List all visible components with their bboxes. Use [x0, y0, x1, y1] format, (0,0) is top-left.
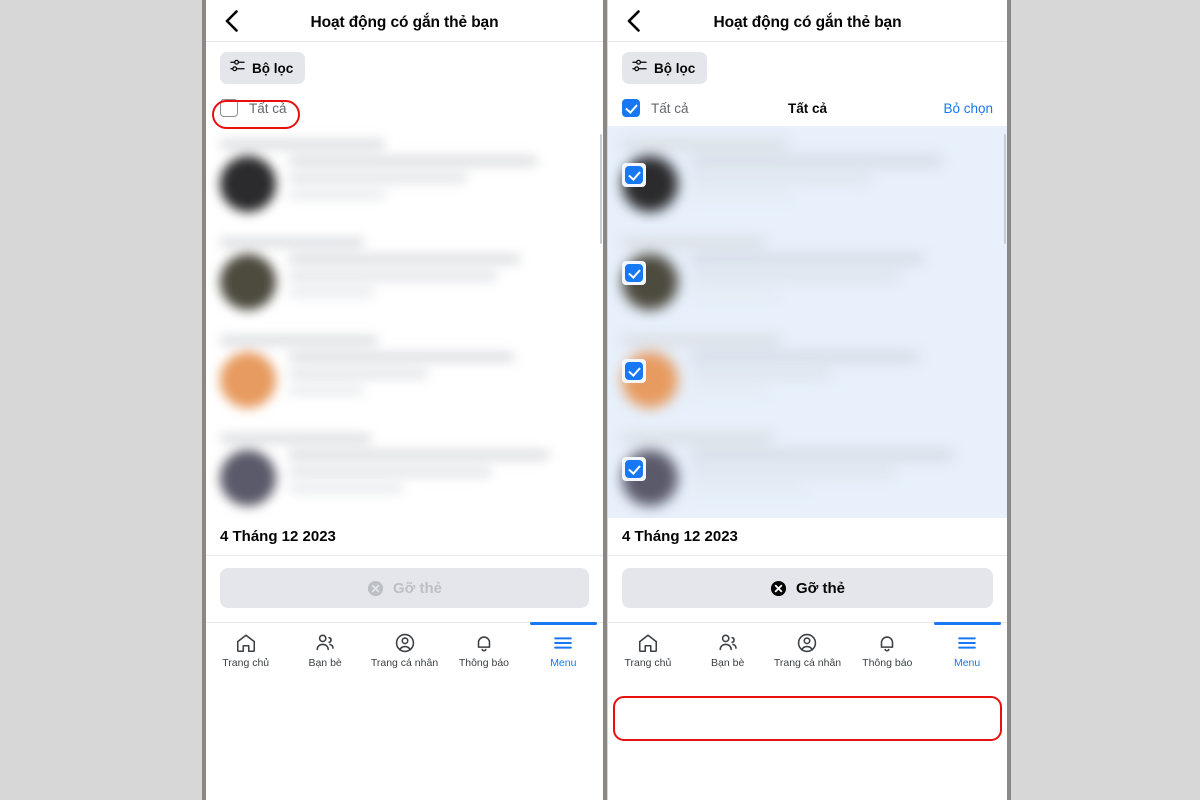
nav-label-friends: Bạn bè — [711, 657, 745, 669]
date-separator: 4 Tháng 12 2023 — [608, 518, 1007, 556]
row-checkbox-wrap[interactable] — [622, 261, 646, 285]
tagged-activity-list — [608, 126, 1007, 518]
nav-label-home: Trang chủ — [624, 657, 672, 669]
remove-tag-label: Gỡ thẻ — [796, 579, 845, 597]
row-checkbox[interactable] — [625, 460, 643, 478]
chevron-left-icon — [627, 9, 640, 32]
nav-item-notifications[interactable]: Thông báo — [444, 623, 523, 675]
remove-tag-button[interactable]: Gỡ thẻ — [220, 568, 589, 608]
scrollbar[interactable] — [600, 134, 602, 244]
nav-item-menu[interactable]: Menu — [927, 622, 1007, 675]
list-item[interactable] — [608, 322, 1007, 420]
row-checkbox-wrap[interactable] — [622, 359, 646, 383]
filter-button-label: Bộ lọc — [654, 60, 696, 76]
remove-tag-label: Gỡ thẻ — [393, 579, 442, 597]
nav-label-notifications: Thông báo — [862, 657, 913, 669]
scrollbar[interactable] — [1004, 134, 1006, 244]
filter-button-label: Bộ lọc — [252, 60, 294, 76]
row-checkbox-wrap[interactable] — [622, 163, 646, 187]
nav-label-home: Trang chủ — [222, 657, 270, 669]
circle-x-icon — [367, 580, 384, 597]
friends-icon — [314, 632, 336, 654]
tagged-activity-list — [206, 126, 603, 518]
nav-label-menu: Menu — [550, 657, 577, 669]
screenshot-stage: Hoạt động có gắn thẻ bạn Bộ lọc Tất cả 4… — [0, 0, 1200, 800]
nav-item-notifications[interactable]: Thông báo — [847, 623, 927, 675]
sliders-icon — [632, 58, 647, 78]
nav-label-profile: Trang cá nhân — [773, 657, 842, 669]
row-checkbox[interactable] — [625, 264, 643, 282]
row-checkbox[interactable] — [625, 362, 643, 380]
list-item[interactable] — [206, 224, 603, 322]
panel-right-edge — [1007, 0, 1011, 800]
bottom-nav: Trang chủ Bạn bè Trang cá nhân Thông báo… — [206, 622, 603, 674]
select-all-row: Tất cả — [206, 90, 603, 126]
home-icon — [637, 632, 659, 654]
list-item[interactable] — [206, 126, 603, 224]
back-button[interactable] — [218, 8, 244, 34]
select-all-row: Tất cả Tất cả Bỏ chọn — [608, 90, 1007, 126]
select-all-label: Tất cả — [651, 100, 689, 116]
page-title: Hoạt động có gắn thẻ bạn — [713, 13, 902, 31]
row-checkbox-wrap[interactable] — [622, 457, 646, 481]
nav-item-friends[interactable]: Bạn bè — [688, 623, 768, 675]
nav-item-profile[interactable]: Trang cá nhân — [365, 623, 444, 675]
bottom-nav: Trang chủ Bạn bè Trang cá nhân Thông báo… — [608, 622, 1007, 674]
nav-item-home[interactable]: Trang chủ — [608, 623, 688, 675]
list-item[interactable] — [608, 420, 1007, 518]
menu-icon — [956, 632, 978, 654]
date-separator: 4 Tháng 12 2023 — [206, 518, 603, 556]
nav-item-home[interactable]: Trang chủ — [206, 623, 285, 675]
row-checkbox[interactable] — [625, 166, 643, 184]
chevron-left-icon — [225, 9, 238, 32]
filter-button[interactable]: Bộ lọc — [622, 52, 708, 84]
list-item[interactable] — [206, 322, 603, 420]
app-header: Hoạt động có gắn thẻ bạn — [608, 0, 1007, 42]
action-bar: Gỡ thẻ — [206, 556, 603, 622]
filter-row: Bộ lọc — [608, 42, 1007, 90]
app-header: Hoạt động có gắn thẻ bạn — [206, 0, 603, 42]
page-title: Hoạt động có gắn thẻ bạn — [310, 13, 499, 31]
panel-divider — [603, 0, 607, 800]
filter-button[interactable]: Bộ lọc — [220, 52, 306, 84]
select-all-checkbox[interactable] — [220, 99, 238, 117]
nav-item-menu[interactable]: Menu — [524, 622, 603, 675]
list-item[interactable] — [608, 126, 1007, 224]
menu-icon — [552, 632, 574, 654]
select-all-checkbox[interactable] — [622, 99, 640, 117]
sliders-icon — [230, 58, 245, 78]
notifications-icon — [876, 632, 898, 654]
nav-item-friends[interactable]: Bạn bè — [285, 623, 364, 675]
nav-label-friends: Bạn bè — [308, 657, 342, 669]
nav-item-profile[interactable]: Trang cá nhân — [768, 623, 848, 675]
friends-icon — [717, 632, 739, 654]
list-item[interactable] — [206, 420, 603, 518]
screen-none-selected: Hoạt động có gắn thẻ bạn Bộ lọc Tất cả 4… — [206, 0, 603, 800]
home-icon — [235, 632, 257, 654]
remove-tag-button[interactable]: Gỡ thẻ — [622, 568, 993, 608]
nav-label-profile: Trang cá nhân — [370, 657, 439, 669]
filter-row: Bộ lọc — [206, 42, 603, 90]
action-bar: Gỡ thẻ — [608, 556, 1007, 622]
deselect-all-button[interactable]: Bỏ chọn — [943, 101, 993, 116]
profile-icon — [796, 632, 818, 654]
select-all-label: Tất cả — [249, 100, 287, 116]
profile-icon — [394, 632, 416, 654]
notifications-icon — [473, 632, 495, 654]
screen-all-selected: Hoạt động có gắn thẻ bạn Bộ lọc Tất cả T… — [608, 0, 1007, 800]
nav-label-notifications: Thông báo — [458, 657, 510, 669]
nav-label-menu: Menu — [953, 657, 981, 669]
back-button[interactable] — [620, 8, 646, 34]
list-item[interactable] — [608, 224, 1007, 322]
circle-x-icon — [770, 580, 787, 597]
